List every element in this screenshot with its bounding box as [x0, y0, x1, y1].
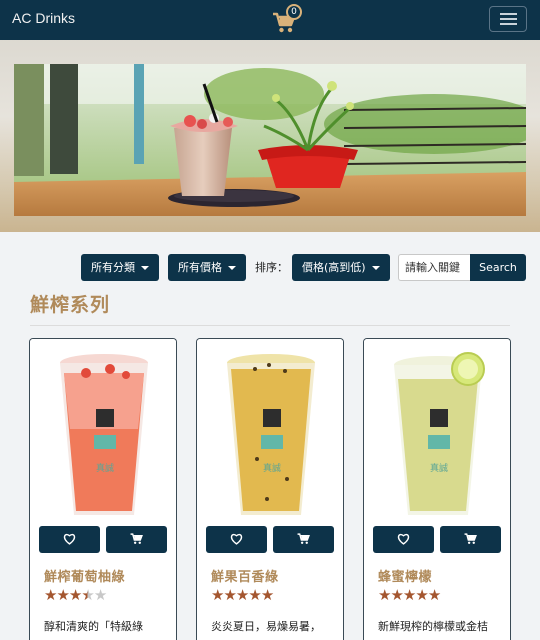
star-icon: ★ — [68, 586, 82, 604]
product-description: 醇和清爽的「特級綠 — [44, 620, 143, 633]
cart-icon — [130, 533, 143, 544]
heart-icon — [230, 533, 243, 545]
add-to-cart-button[interactable] — [106, 526, 167, 553]
product-name[interactable]: 鮮果百香綠 — [211, 566, 279, 585]
star-icon: ★ — [390, 586, 403, 604]
star-icon: ★ — [248, 586, 261, 604]
price-dropdown[interactable]: 所有價格 — [168, 254, 246, 281]
heart-icon — [397, 533, 410, 545]
brand-logo[interactable]: AC Drinks — [12, 10, 75, 26]
favorite-button[interactable] — [373, 526, 434, 553]
price-dropdown-label: 所有價格 — [178, 261, 222, 274]
star-icon: ★ — [56, 586, 69, 604]
cart-button[interactable]: 0 — [272, 4, 304, 34]
hero-banner-image — [14, 64, 526, 216]
sort-dropdown-label: 價格(高到低) — [302, 261, 366, 274]
product-image[interactable]: 真誠 — [30, 339, 176, 521]
star-icon: ★ — [81, 586, 94, 604]
product-name[interactable]: 鮮榨葡萄柚綠 — [44, 566, 125, 585]
menu-toggle-button[interactable] — [489, 6, 527, 32]
product-description: 炎炎夏日，易燥易暑， — [211, 620, 321, 633]
search-input[interactable] — [398, 254, 470, 281]
star-icon: ★ — [44, 586, 57, 604]
hamburger-icon — [500, 13, 517, 15]
star-icon: ★ — [93, 586, 107, 604]
star-icon: ★ — [260, 586, 274, 604]
caret-down-icon — [228, 266, 236, 270]
product-card[interactable]: 真誠 蜂蜜檸檬 ★★★★★ 新鮮現榨的檸檬或金桔 — [363, 338, 511, 640]
add-to-cart-button[interactable] — [440, 526, 501, 553]
rating-stars: ★★★★★ — [211, 586, 274, 604]
section-title: 鮮榨系列 — [30, 294, 111, 316]
cart-icon — [297, 533, 310, 544]
svg-text:真誠: 真誠 — [96, 462, 114, 474]
star-icon: ★ — [415, 586, 428, 604]
product-name[interactable]: 蜂蜜檸檬 — [378, 566, 432, 585]
sort-dropdown[interactable]: 價格(高到低) — [292, 254, 390, 281]
caret-down-icon — [371, 266, 380, 270]
product-description: 新鮮現榨的檸檬或金桔 — [378, 620, 488, 633]
section-divider — [30, 325, 510, 326]
svg-text:真誠: 真誠 — [263, 462, 281, 474]
sort-label: 排序： — [255, 261, 288, 274]
product-image[interactable]: 真誠 — [364, 339, 510, 521]
star-icon: ★ — [235, 586, 249, 604]
product-card[interactable]: 真誠 鮮榨葡萄柚綠 ★★★★★ 醇和清爽的「特級綠 — [29, 338, 177, 640]
add-to-cart-button[interactable] — [273, 526, 334, 553]
product-image[interactable]: 真誠 — [197, 339, 343, 521]
star-icon: ★ — [402, 586, 416, 604]
heart-icon — [63, 533, 76, 545]
product-card[interactable]: 真誠 鮮果百香綠 ★★★★★ 炎炎夏日，易燥易暑， — [196, 338, 344, 640]
rating-stars: ★★★★★ — [378, 586, 441, 604]
navbar: AC Drinks 0 — [0, 0, 540, 40]
star-icon: ★ — [427, 586, 441, 604]
svg-text:真誠: 真誠 — [430, 462, 448, 474]
category-dropdown[interactable]: 所有分類 — [81, 254, 159, 281]
hero-banner-background — [0, 40, 540, 232]
category-dropdown-label: 所有分類 — [91, 261, 135, 274]
favorite-button[interactable] — [206, 526, 267, 553]
star-icon: ★ — [211, 586, 224, 604]
search-button[interactable]: Search — [470, 254, 526, 281]
rating-stars: ★★★★★ — [44, 586, 107, 604]
favorite-button[interactable] — [39, 526, 100, 553]
star-icon: ★ — [378, 586, 391, 604]
caret-down-icon — [141, 266, 149, 270]
cart-icon — [464, 533, 477, 544]
star-icon: ★ — [223, 586, 236, 604]
cart-count-badge: 0 — [286, 4, 302, 20]
